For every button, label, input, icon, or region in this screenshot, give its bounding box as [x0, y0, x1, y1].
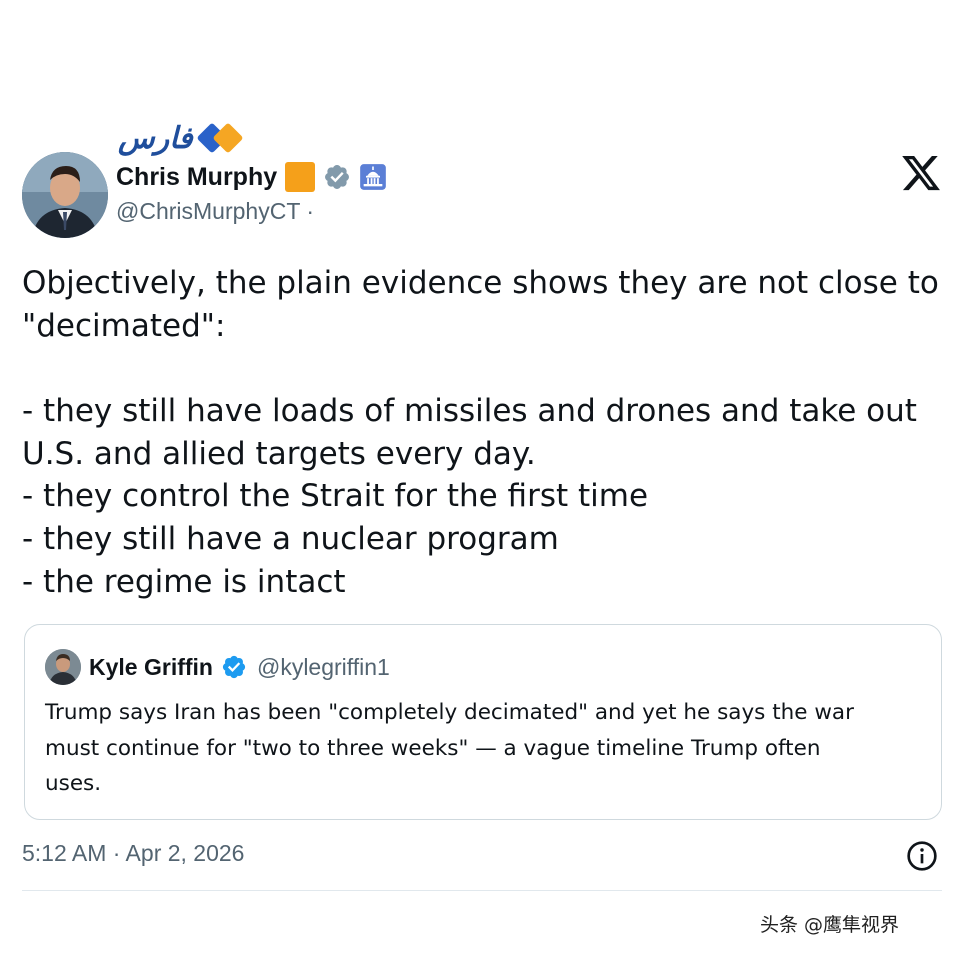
tweet-text-line: - they control the Strait for the first … [22, 478, 649, 515]
tweet-text: Objectively, the plain evidence shows th… [22, 262, 952, 604]
source-logo-mark-icon [196, 121, 245, 155]
quoted-author-avatar[interactable] [45, 649, 81, 685]
verified-gray-icon [325, 165, 350, 189]
watermark: 头条 @鹰隼视界 [760, 914, 900, 936]
tweet-timestamp[interactable]: 5:12 AM · Apr 2, 2026 [22, 840, 244, 867]
verified-blue-icon [222, 655, 246, 679]
quoted-author-row: Kyle Griffin @kylegriffin1 [89, 649, 390, 685]
source-logo: فارس [118, 118, 245, 158]
capitol-icon [360, 164, 386, 190]
divider [22, 890, 942, 891]
quoted-tweet-card[interactable]: Kyle Griffin @kylegriffin1 Trump says Ir… [24, 624, 942, 820]
quoted-author-handle[interactable]: @kylegriffin1 [257, 654, 390, 681]
quoted-author-name[interactable]: Kyle Griffin [89, 654, 213, 681]
author-name[interactable]: Chris Murphy [116, 163, 277, 192]
source-logo-text: فارس [118, 120, 193, 156]
tweet-text-line: - the regime is intact [22, 563, 346, 600]
quoted-tweet-text-line: must continue for "two to three weeks" —… [45, 735, 821, 761]
tweet-text-line: "decimated": [22, 307, 226, 344]
author-avatar[interactable] [22, 152, 108, 238]
tweet-text-line: - they still have a nuclear program [22, 521, 559, 558]
tweet-text-line: Objectively, the plain evidence shows th… [22, 265, 939, 301]
x-logo-icon[interactable] [900, 152, 942, 194]
info-icon[interactable] [906, 840, 938, 872]
orange-square-badge-icon [285, 162, 316, 192]
tweet-text-line: U.S. and allied targets every day. [22, 435, 536, 472]
tweet-text-line: - they still have loads of missiles and … [22, 393, 917, 430]
quoted-tweet-text: Trump says Iran has been "completely dec… [45, 695, 925, 802]
quoted-tweet-text-line: Trump says Iran has been "completely dec… [45, 700, 854, 725]
author-name-row: Chris Murphy [116, 158, 387, 196]
quoted-tweet-text-line: uses. [45, 771, 102, 796]
author-handle[interactable]: @ChrisMurphyCT · [116, 198, 314, 225]
